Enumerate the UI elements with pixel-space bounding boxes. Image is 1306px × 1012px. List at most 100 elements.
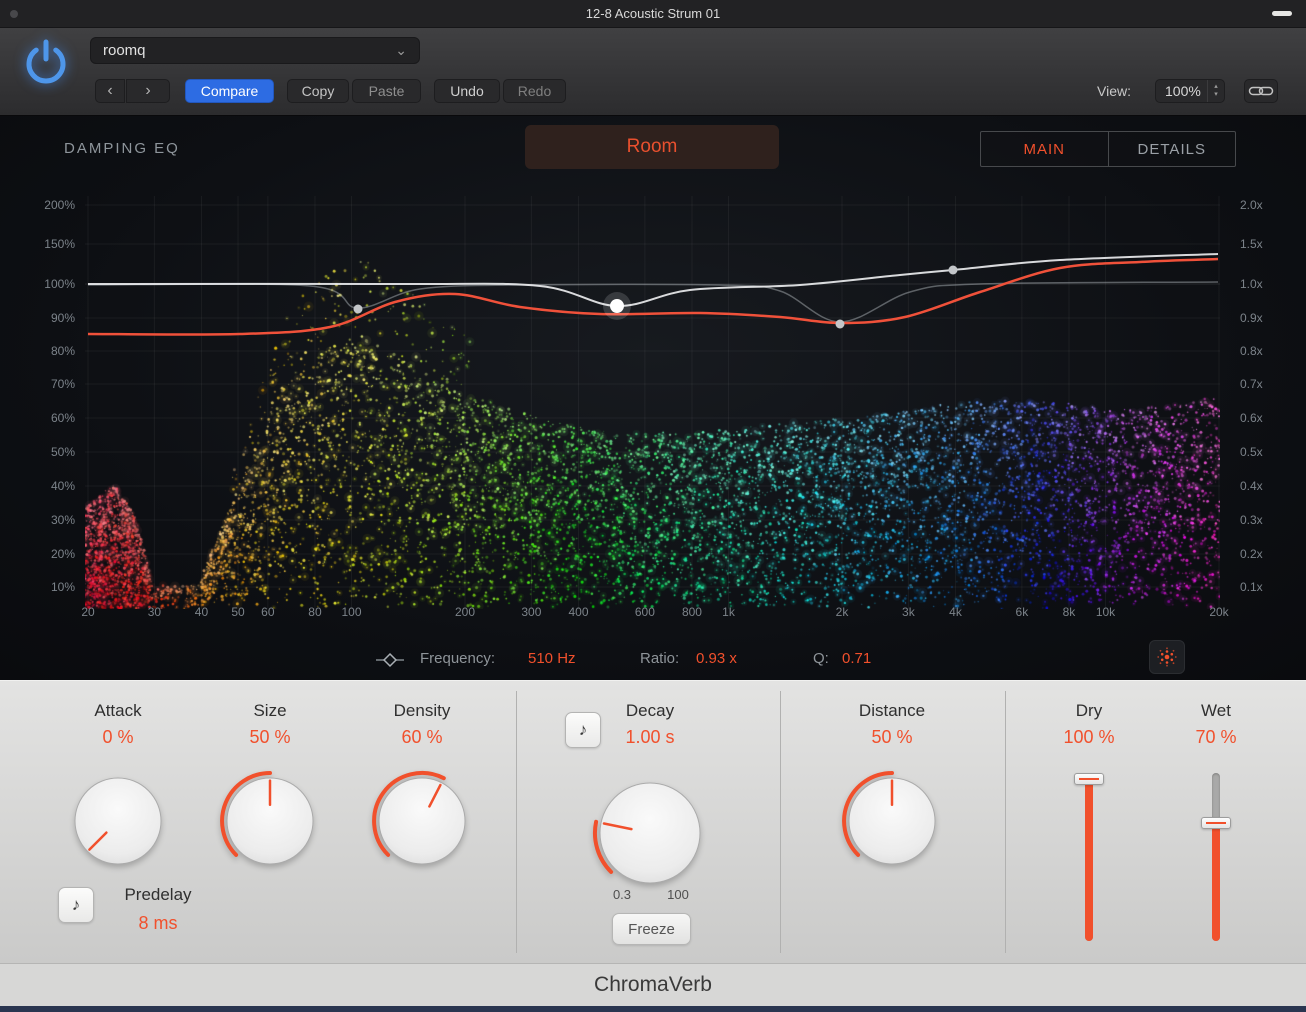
distance-value[interactable]: 50 % <box>827 727 957 748</box>
section-divider <box>780 691 781 953</box>
link-button[interactable] <box>1244 79 1278 103</box>
decay-max-label: 100 <box>656 887 700 902</box>
plugin-toolbar: roomq ⌄ ‹ › Compare Copy Paste Undo Redo… <box>0 28 1306 115</box>
decay-min-label: 0.3 <box>600 887 644 902</box>
q-label: Q: <box>813 648 829 670</box>
zoom-stepper[interactable]: ▴ ▾ <box>1207 80 1224 102</box>
attack-knob[interactable] <box>67 770 169 877</box>
left-axis-tick: 150% <box>20 236 75 252</box>
left-axis-tick: 100% <box>20 276 75 292</box>
preset-name: roomq <box>103 42 146 59</box>
distance-knob[interactable] <box>841 770 943 877</box>
paste-button[interactable]: Paste <box>352 79 421 103</box>
stepper-down-icon: ▾ <box>1214 91 1218 99</box>
predelay-value[interactable]: 8 ms <box>98 913 218 934</box>
frequency-value[interactable]: 510 Hz <box>528 648 576 670</box>
reverb-particle-display[interactable] <box>85 196 1220 609</box>
freq-axis-tick: 6k <box>1000 604 1044 620</box>
freq-axis-tick: 200 <box>443 604 487 620</box>
left-axis-tick: 40% <box>20 478 75 494</box>
visualization-style-button[interactable] <box>1149 640 1185 674</box>
freq-axis-tick: 300 <box>509 604 553 620</box>
freq-axis-tick: 20k <box>1197 604 1241 620</box>
left-axis-tick: 200% <box>20 197 75 213</box>
size-label: Size <box>205 701 335 721</box>
wet-value[interactable]: 70 % <box>1151 727 1281 748</box>
left-axis-tick: 20% <box>20 546 75 562</box>
dry-slider[interactable] <box>1074 769 1104 949</box>
left-axis-tick: 10% <box>20 579 75 595</box>
preset-forward-button[interactable]: › <box>126 79 170 103</box>
decay-label: Decay <box>585 701 715 721</box>
right-axis-tick: 0.7x <box>1240 376 1290 392</box>
density-value[interactable]: 60 % <box>357 727 487 748</box>
right-axis-tick: 0.3x <box>1240 512 1290 528</box>
freq-axis-tick: 100 <box>330 604 374 620</box>
size-value[interactable]: 50 % <box>205 727 335 748</box>
predelay-sync-button[interactable]: ♪ <box>58 887 94 923</box>
freq-axis-tick: 3k <box>886 604 930 620</box>
predelay-label: Predelay <box>98 885 218 905</box>
particle-burst-icon <box>1156 646 1178 668</box>
freq-axis-tick: 10k <box>1084 604 1128 620</box>
q-value[interactable]: 0.71 <box>842 648 871 670</box>
copy-button[interactable]: Copy <box>287 79 349 103</box>
freq-axis-tick: 30 <box>132 604 176 620</box>
right-axis-tick: 0.8x <box>1240 343 1290 359</box>
left-axis-tick: 30% <box>20 512 75 528</box>
wet-slider[interactable] <box>1201 769 1231 949</box>
freeze-button[interactable]: Freeze <box>612 913 691 945</box>
wet-label: Wet <box>1151 701 1281 721</box>
slider-handle[interactable] <box>1201 817 1231 829</box>
plugin-name: ChromaVerb <box>0 964 1306 1006</box>
power-button[interactable] <box>20 36 72 92</box>
room-type-button[interactable]: Room <box>525 125 779 169</box>
window-title: 12-8 Acoustic Strum 01 <box>0 0 1306 28</box>
decay-value[interactable]: 1.00 s <box>585 727 715 748</box>
frequency-label: Frequency: <box>420 648 495 670</box>
ratio-value[interactable]: 0.93 x <box>696 648 737 670</box>
decay-knob[interactable] <box>592 775 708 896</box>
section-divider <box>516 691 517 953</box>
left-axis-tick: 50% <box>20 444 75 460</box>
dry-label: Dry <box>1024 701 1154 721</box>
eq-node-icon <box>376 652 404 673</box>
link-icon <box>1246 81 1276 101</box>
tab-details[interactable]: DETAILS <box>1109 132 1236 166</box>
tab-main[interactable]: MAIN <box>981 132 1109 166</box>
right-axis-tick: 0.2x <box>1240 546 1290 562</box>
preset-dropdown[interactable]: roomq ⌄ <box>90 37 420 64</box>
dry-value[interactable]: 100 % <box>1024 727 1154 748</box>
left-axis-tick: 70% <box>20 376 75 392</box>
zoom-dropdown[interactable]: 100% ▴ ▾ <box>1155 79 1225 103</box>
chevron-down-icon: ⌄ <box>395 42 407 59</box>
attack-label: Attack <box>53 701 183 721</box>
freq-axis-tick: 20 <box>66 604 110 620</box>
distance-label: Distance <box>827 701 957 721</box>
view-tabs: MAIN DETAILS <box>980 131 1236 167</box>
titlebar: 12-8 Acoustic Strum 01 <box>0 0 1306 28</box>
slider-fill <box>1212 823 1220 941</box>
compare-button[interactable]: Compare <box>185 79 274 103</box>
left-axis-tick: 60% <box>20 410 75 426</box>
minimize-indicator[interactable] <box>1272 11 1292 16</box>
right-axis-tick: 1.5x <box>1240 236 1290 252</box>
attack-value[interactable]: 0 % <box>53 727 183 748</box>
slider-handle[interactable] <box>1074 773 1104 785</box>
left-axis-tick: 90% <box>20 310 75 326</box>
freq-axis-tick: 4k <box>933 604 977 620</box>
density-label: Density <box>357 701 487 721</box>
right-axis-tick: 0.1x <box>1240 579 1290 595</box>
preset-back-button[interactable]: ‹ <box>95 79 125 103</box>
freq-axis-tick: 60 <box>246 604 290 620</box>
ratio-label: Ratio: <box>640 648 679 670</box>
note-icon: ♪ <box>72 895 81 915</box>
undo-button[interactable]: Undo <box>434 79 500 103</box>
right-axis-tick: 2.0x <box>1240 197 1290 213</box>
density-knob[interactable] <box>371 770 473 877</box>
redo-button[interactable]: Redo <box>503 79 566 103</box>
reverb-visualizer: DAMPING EQ Room MAIN DETAILS Frequency: … <box>0 115 1306 680</box>
freq-axis-tick: 600 <box>623 604 667 620</box>
freq-axis-tick: 2k <box>820 604 864 620</box>
size-knob[interactable] <box>219 770 321 877</box>
